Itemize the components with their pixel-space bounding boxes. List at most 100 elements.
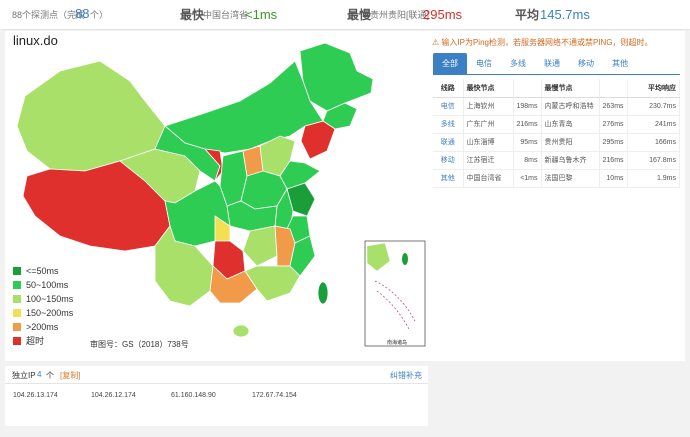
row-slowest-ms: 295ms bbox=[599, 133, 628, 152]
slowest-label: 最慢 bbox=[347, 8, 372, 22]
slowest-value: 295ms bbox=[423, 7, 463, 22]
row-line[interactable]: 移动 bbox=[433, 151, 464, 170]
header-fastest: 最快节点 bbox=[463, 79, 514, 98]
row-fastest-ms: 8ms bbox=[513, 151, 542, 170]
row-fastest-ms: <1ms bbox=[513, 169, 542, 188]
row-slowest-ms: 10ms bbox=[599, 169, 628, 188]
map-approval-number: 审图号：GS（2018）738号 bbox=[90, 340, 189, 349]
legend-swatch bbox=[13, 295, 21, 303]
row-average: 230.7ms bbox=[627, 97, 681, 116]
row-fastest-node: 江苏宿迁 bbox=[463, 151, 514, 170]
legend-label: 50~100ms bbox=[26, 280, 69, 290]
row-line[interactable]: 其他 bbox=[433, 169, 464, 188]
ip-count: 4 bbox=[37, 370, 42, 379]
row-fastest-ms: 216ms bbox=[513, 115, 542, 134]
table-row: 电信 上海钦州 198ms 内蒙古呼和浩特 263ms 230.7ms bbox=[433, 97, 681, 116]
ping-map-panel: 南海诸岛 linux.do <=50ms 50~100ms 100~150ms … bbox=[5, 31, 428, 361]
row-slowest-node: 新疆乌鲁木齐 bbox=[541, 151, 600, 170]
fastest-label: 最快 bbox=[180, 8, 205, 22]
legend: <=50ms 50~100ms 100~150ms 150~200ms >200… bbox=[13, 264, 73, 348]
copy-ip-link[interactable]: [复制] bbox=[60, 370, 80, 381]
legend-swatch bbox=[13, 337, 21, 345]
table-row: 移动 江苏宿迁 8ms 新疆乌鲁木齐 216ms 167.8ms bbox=[433, 151, 681, 170]
row-line[interactable]: 联通 bbox=[433, 133, 464, 152]
row-line[interactable]: 电信 bbox=[433, 97, 464, 116]
fastest-value: <1ms bbox=[245, 7, 278, 22]
row-slowest-ms: 276ms bbox=[599, 115, 628, 134]
line-tabs: 全部 电信 多线 联通 移动 其他 bbox=[433, 53, 680, 75]
row-fastest-ms: 95ms bbox=[513, 133, 542, 152]
header-line: 线路 bbox=[433, 79, 464, 98]
legend-item: <=50ms bbox=[13, 264, 73, 278]
summary-bar: 88个探测点（完成 88 个） 最快 中国台湾省 <1ms 最慢 贵州贵阳[联通… bbox=[0, 0, 690, 30]
tab-all[interactable]: 全部 bbox=[433, 53, 467, 75]
legend-label: >200ms bbox=[26, 322, 59, 332]
fastest-location: 中国台湾省 bbox=[203, 10, 249, 20]
legend-swatch bbox=[13, 281, 21, 289]
region-hainan[interactable] bbox=[232, 324, 250, 338]
row-average: 1.9ms bbox=[627, 169, 681, 188]
table-row: 其他 中国台湾省 <1ms 法国巴黎 10ms 1.9ms bbox=[433, 169, 681, 188]
legend-swatch bbox=[13, 323, 21, 331]
region-hunan[interactable] bbox=[242, 225, 278, 267]
header-average: 平均响应 bbox=[627, 79, 681, 98]
row-slowest-node: 法国巴黎 bbox=[541, 169, 600, 188]
notice-text: 输入IP为Ping检测，若服务器网络不通或禁PING，则超时。 bbox=[441, 38, 653, 47]
tab-unicom[interactable]: 联通 bbox=[535, 53, 569, 75]
legend-item: >200ms bbox=[13, 320, 73, 334]
legend-label: <=50ms bbox=[26, 266, 59, 276]
legend-item: 100~150ms bbox=[13, 292, 73, 306]
ip-address[interactable]: 61.160.148.90 bbox=[171, 392, 216, 399]
probe-count-suffix: 个） bbox=[90, 10, 109, 20]
row-slowest-ms: 263ms bbox=[599, 97, 628, 116]
legend-item: 50~100ms bbox=[13, 278, 73, 292]
table-row: 联通 山东淄博 95ms 贵州贵阳 295ms 166ms bbox=[433, 133, 681, 152]
row-average: 167.8ms bbox=[627, 151, 681, 170]
legend-label: 150~200ms bbox=[26, 308, 74, 318]
ip-address[interactable]: 104.26.13.174 bbox=[13, 392, 58, 399]
probe-done-count: 88 bbox=[75, 6, 90, 21]
legend-swatch bbox=[13, 309, 21, 317]
info-icon: ⚠ bbox=[432, 38, 440, 47]
region-taiwan[interactable] bbox=[317, 281, 329, 305]
row-line[interactable]: 多线 bbox=[433, 115, 464, 134]
slowest-location: 贵州贵阳[联通] bbox=[370, 10, 430, 20]
average-label: 平均 bbox=[515, 8, 540, 22]
header-fastest-ms bbox=[513, 79, 542, 98]
region-liaoning[interactable] bbox=[300, 120, 336, 160]
independent-ip-panel: 独立IP 4 个 [复制] 纠错补充 104.26.13.174 104.26.… bbox=[5, 366, 428, 426]
line-stats-panel: ⚠ 输入IP为Ping检测，若服务器网络不通或禁PING，则超时。 全部 电信 … bbox=[428, 31, 685, 361]
header-slowest-ms bbox=[599, 79, 628, 98]
ip-panel-header: 独立IP 4 个 [复制] 纠错补充 bbox=[5, 366, 428, 384]
tab-mobile[interactable]: 移动 bbox=[569, 53, 603, 75]
report-correction-link[interactable]: 纠错补充 bbox=[390, 370, 422, 381]
map-title: linux.do bbox=[13, 33, 58, 48]
tab-telecom[interactable]: 电信 bbox=[467, 53, 501, 75]
region-guangdong[interactable] bbox=[244, 265, 301, 302]
inset-label: 南海诸岛 bbox=[387, 339, 407, 346]
ip-label: 独立IP bbox=[12, 371, 36, 380]
row-slowest-node: 贵州贵阳 bbox=[541, 133, 600, 152]
legend-item: 150~200ms bbox=[13, 306, 73, 320]
row-slowest-ms: 216ms bbox=[599, 151, 628, 170]
tab-other[interactable]: 其他 bbox=[603, 53, 637, 75]
region-heilongjiang[interactable] bbox=[299, 42, 374, 112]
ip-address[interactable]: 172.67.74.154 bbox=[252, 392, 297, 399]
row-average: 241ms bbox=[627, 115, 681, 134]
row-fastest-node: 山东淄博 bbox=[463, 133, 514, 152]
tab-multiline[interactable]: 多线 bbox=[501, 53, 535, 75]
ip-address[interactable]: 104.26.12.174 bbox=[91, 392, 136, 399]
ip-unit: 个 bbox=[46, 371, 54, 380]
row-slowest-node: 内蒙古呼和浩特 bbox=[541, 97, 600, 116]
region-inner-mongolia[interactable] bbox=[164, 60, 324, 154]
legend-swatch bbox=[13, 267, 21, 275]
table-row: 多线 广东广州 216ms 山东青岛 276ms 241ms bbox=[433, 115, 681, 134]
legend-label: 100~150ms bbox=[26, 294, 74, 304]
ping-notice: ⚠ 输入IP为Ping检测，若服务器网络不通或禁PING，则超时。 bbox=[432, 37, 653, 48]
row-fastest-node: 上海钦州 bbox=[463, 97, 514, 116]
row-average: 166ms bbox=[627, 133, 681, 152]
legend-label: 超时 bbox=[26, 336, 45, 346]
row-fastest-ms: 198ms bbox=[513, 97, 542, 116]
row-slowest-node: 山东青岛 bbox=[541, 115, 600, 134]
line-stats-table: 线路 最快节点 最慢节点 平均响应 电信 上海钦州 198ms 内蒙古呼和浩特 … bbox=[433, 79, 681, 188]
